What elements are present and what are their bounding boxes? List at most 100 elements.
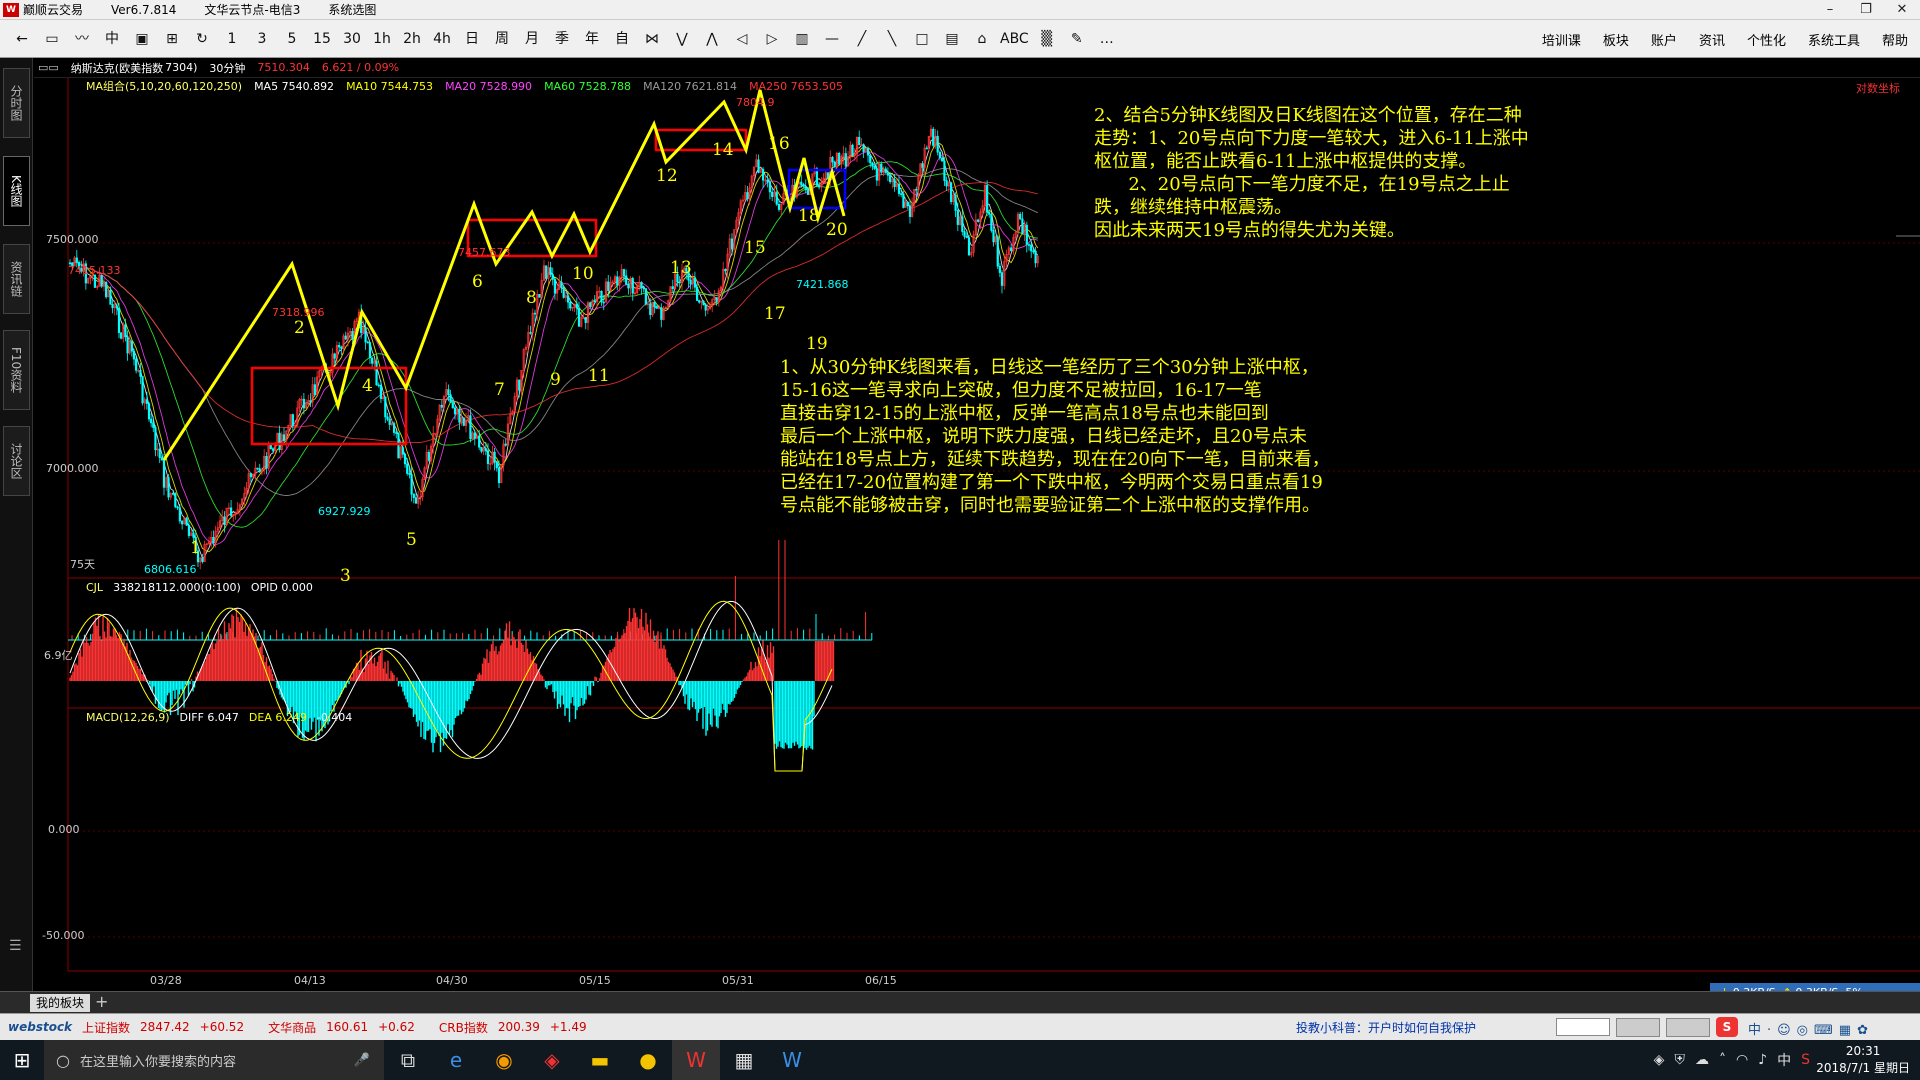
candle-body — [768, 181, 772, 193]
toolbar-button[interactable]: ▒ — [1035, 26, 1059, 52]
toolbar-button[interactable]: 中 — [100, 26, 124, 52]
toolbar-button[interactable]: 月 — [520, 26, 544, 52]
sogou-tray-icon[interactable]: S — [1801, 1052, 1810, 1068]
chart-area[interactable]: ▭▭ 纳斯达克(欧美指数 7304) 30分钟 7510.304 6.621 /… — [34, 58, 1920, 991]
futures-account-button[interactable]: 期货户 — [1616, 1018, 1661, 1037]
foreign-account-button[interactable]: 外盘户 — [1666, 1018, 1711, 1037]
close-icon[interactable]: ✕ — [1884, 0, 1920, 20]
candle-body — [818, 185, 821, 188]
ime-indicator[interactable]: 中 — [1777, 1050, 1791, 1070]
toolbar-menu-item[interactable]: 培训课 — [1542, 30, 1581, 49]
microphone-icon[interactable]: 🎤 — [354, 1053, 370, 1068]
task-view-icon[interactable]: ⧉ — [384, 1040, 432, 1080]
firefox-icon[interactable]: ◉ — [480, 1040, 528, 1080]
toolbar-menu-item[interactable]: 个性化 — [1747, 30, 1786, 49]
toolbar-button[interactable]: ╲ — [880, 26, 904, 52]
tray-app-icon[interactable]: ◈ — [1654, 1052, 1665, 1068]
tab-timeshare[interactable]: 分时图 — [3, 68, 30, 138]
quick-input[interactable] — [1556, 1018, 1610, 1036]
toolbar-button[interactable]: 日 — [460, 26, 484, 52]
tab-f10[interactable]: F10资料 — [3, 330, 30, 410]
taskbar-clock[interactable]: 20:31 2018/7/1 星期日 — [1816, 1043, 1910, 1077]
toolbar-button[interactable]: 自 — [610, 26, 634, 52]
ime-toolbar-icons[interactable]: 中·☺◎⌨▦✿ — [1748, 1019, 1874, 1038]
calculator-icon[interactable]: ▦ — [720, 1040, 768, 1080]
tab-discussion[interactable]: 讨论区 — [3, 426, 30, 496]
toolbar-button[interactable]: ⊞ — [160, 26, 184, 52]
sogou-ime-icon[interactable]: S — [1716, 1017, 1738, 1037]
index3-name[interactable]: CRB指数 — [439, 1019, 488, 1036]
toolbar-button[interactable]: 周 — [490, 26, 514, 52]
toolbar-menu-item[interactable]: 帮助 — [1882, 30, 1908, 49]
toolbar-button[interactable]: ◁ — [730, 26, 754, 52]
toolbar-button[interactable]: 1 — [220, 26, 244, 52]
toolbar-button[interactable]: ↻ — [190, 26, 214, 52]
trading-app-icon[interactable]: ◈ — [528, 1040, 576, 1080]
toolbar-button[interactable]: 3 — [250, 26, 274, 52]
candle-body — [124, 324, 127, 338]
toolbar-button[interactable]: ⋈ — [640, 26, 664, 52]
minimize-icon[interactable]: – — [1812, 0, 1848, 20]
kline-chart[interactable] — [34, 58, 1920, 991]
candle-body — [551, 274, 554, 280]
volume-icon[interactable]: ♪ — [1758, 1052, 1767, 1068]
word-app-icon[interactable]: W — [768, 1040, 816, 1080]
add-tab-icon[interactable]: + — [95, 992, 108, 1011]
toolbar-button[interactable]: ▭ — [40, 26, 64, 52]
node-name[interactable]: 文华云节点-电信3 — [204, 1, 300, 18]
toolbar-button[interactable]: ▤ — [940, 26, 964, 52]
toolbar-button[interactable]: ✎ — [1065, 26, 1089, 52]
toolbar-button[interactable]: ⌂ — [970, 26, 994, 52]
toolbar-button[interactable]: 30 — [340, 26, 364, 52]
wenhua-app-icon[interactable]: W — [672, 1040, 720, 1080]
toolbar-button[interactable]: 2h — [400, 26, 424, 52]
candle-body — [992, 230, 995, 243]
tab-kline[interactable]: K线图 — [3, 156, 30, 226]
edge-browser-icon[interactable]: e — [432, 1040, 480, 1080]
toolbar-button[interactable]: ╱ — [850, 26, 874, 52]
candle-body — [938, 151, 942, 159]
toolbar-button[interactable]: ▣ — [130, 26, 154, 52]
toolbar-button[interactable]: ← — [10, 26, 34, 52]
tab-my-sectors[interactable]: 我的板块 — [30, 994, 91, 1012]
system-menu[interactable]: 系统选图 — [328, 1, 376, 18]
toolbar-button[interactable]: ▷ — [760, 26, 784, 52]
wifi-icon[interactable]: ◠ — [1736, 1052, 1748, 1068]
toolbar-menu-item[interactable]: 资讯 — [1699, 30, 1725, 49]
candle-body — [504, 443, 507, 446]
candle-body — [906, 201, 909, 207]
toolbar-button[interactable]: 〰 — [70, 26, 94, 52]
index1-name[interactable]: 上证指数 — [82, 1019, 130, 1036]
toolbar-menu-item[interactable]: 板块 — [1603, 30, 1629, 49]
taskbar-search[interactable]: ○ 在这里输入你要搜索的内容 🎤 — [44, 1040, 384, 1080]
toolbar-button[interactable]: 15 — [310, 26, 334, 52]
toolbar-button[interactable]: □ — [910, 26, 934, 52]
toolbar-button[interactable]: 5 — [280, 26, 304, 52]
file-explorer-icon[interactable]: ▬ — [576, 1040, 624, 1080]
toolbar-button[interactable]: — — [820, 26, 844, 52]
toolbar-button[interactable]: … — [1095, 26, 1119, 52]
toolbar-menu-item[interactable]: 账户 — [1651, 30, 1677, 49]
tab-news-chain[interactable]: 资讯链 — [3, 244, 30, 314]
restore-icon[interactable]: ❐ — [1848, 0, 1884, 20]
toolbar-button[interactable]: ABC — [1000, 26, 1029, 52]
investor-tip-link[interactable]: 投教小科普：开户时如何自我保护 — [1296, 1019, 1476, 1036]
toolbar-button[interactable]: 年 — [580, 26, 604, 52]
toolbar-button[interactable]: ⋀ — [700, 26, 724, 52]
candle-body — [132, 350, 136, 360]
toolbar-button[interactable]: 4h — [430, 26, 454, 52]
tray-cloud-icon[interactable]: ☁ — [1695, 1052, 1709, 1068]
chat-app-icon[interactable]: ● — [624, 1040, 672, 1080]
toolbar-button[interactable]: 季 — [550, 26, 574, 52]
chevron-up-icon[interactable]: ˄ — [1719, 1052, 1726, 1068]
volume-indicator-label[interactable]: CJL — [86, 581, 103, 594]
toolbar-button[interactable]: 1h — [370, 26, 394, 52]
toolbar-button[interactable]: ▥ — [790, 26, 814, 52]
shield-icon[interactable]: ⛨ — [1674, 1052, 1685, 1068]
macd-indicator-label[interactable]: MACD(12,26,9) — [86, 711, 170, 724]
windows-start-icon[interactable]: ⊞ — [0, 1040, 44, 1080]
index2-name[interactable]: 文华商品 — [268, 1019, 316, 1036]
toolbar-menu-item[interactable]: 系统工具 — [1808, 30, 1860, 49]
toolbar-button[interactable]: ⋁ — [670, 26, 694, 52]
menu-icon[interactable]: ☰ — [9, 938, 22, 954]
